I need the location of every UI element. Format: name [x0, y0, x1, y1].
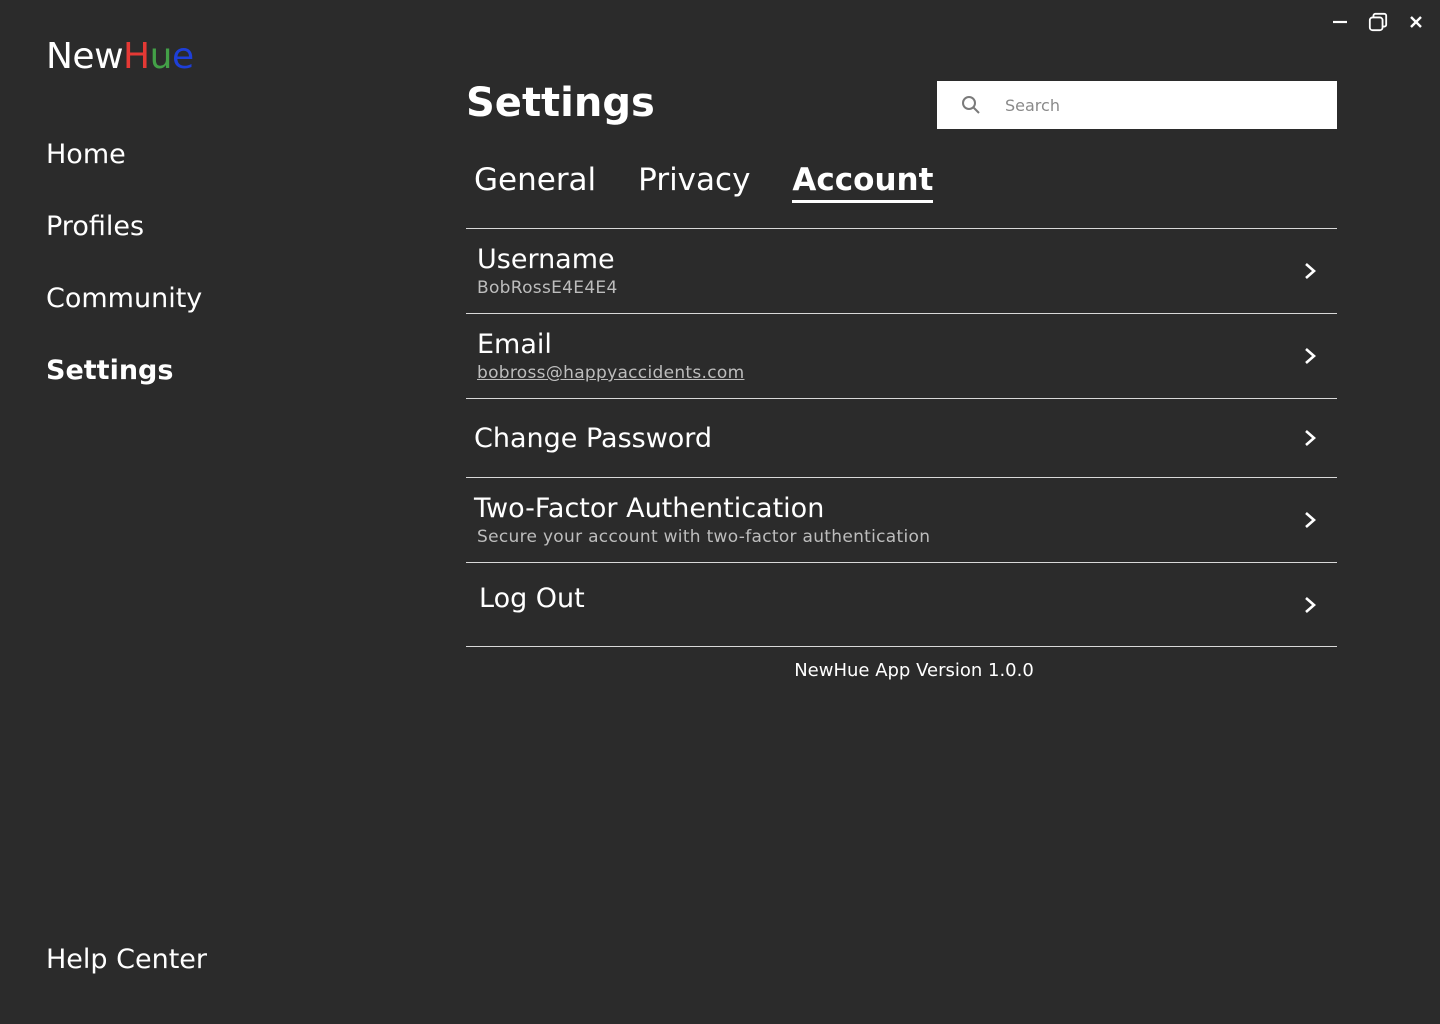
- row-title: Log Out: [479, 583, 585, 614]
- row-title: Two-Factor Authentication: [474, 493, 825, 524]
- sidebar-item-settings[interactable]: Settings: [46, 352, 346, 424]
- minimize-icon: [1333, 20, 1347, 24]
- row-title: Email: [477, 329, 552, 360]
- row-title: Change Password: [474, 422, 713, 454]
- row-change-password[interactable]: Change Password: [466, 399, 1337, 478]
- row-email[interactable]: Email bobross@happyaccidents.com: [466, 314, 1337, 399]
- settings-tabs: General Privacy Account: [474, 162, 975, 203]
- app-version: NewHue App Version 1.0.0: [794, 660, 1034, 681]
- logo-part-new: New: [46, 36, 124, 77]
- account-settings-list: Username BobRossE4E4E4 Email bobross@hap…: [466, 228, 1337, 647]
- chevron-right-icon: [1305, 348, 1316, 364]
- app-window: NewHue Home Profiles Community Settings …: [0, 0, 1440, 1024]
- row-log-out[interactable]: Log Out: [466, 563, 1337, 647]
- chevron-right-icon: [1305, 430, 1316, 446]
- sidebar-item-profiles[interactable]: Profiles: [46, 208, 346, 280]
- restore-button[interactable]: [1368, 10, 1388, 34]
- email-link[interactable]: bobross@happyaccidents.com: [477, 363, 1337, 383]
- page-title: Settings: [466, 80, 655, 126]
- sidebar-item-help-center[interactable]: Help Center: [46, 944, 207, 975]
- chevron-right-icon: [1305, 596, 1316, 613]
- logo-part-h: H: [123, 36, 150, 77]
- sidebar-nav: Home Profiles Community Settings: [46, 136, 346, 424]
- two-factor-description: Secure your account with two-factor auth…: [477, 527, 931, 547]
- restore-icon: [1368, 12, 1388, 32]
- tab-account[interactable]: Account: [792, 162, 934, 203]
- search-box[interactable]: [937, 81, 1337, 129]
- search-input[interactable]: [1005, 95, 1305, 115]
- close-icon: [1410, 16, 1422, 28]
- chevron-right-icon: [1305, 512, 1316, 528]
- row-title: Username: [477, 244, 615, 275]
- logo-part-e: e: [171, 36, 194, 77]
- row-username[interactable]: Username BobRossE4E4E4: [466, 229, 1337, 314]
- username-value: BobRossE4E4E4: [477, 278, 618, 298]
- tab-general[interactable]: General: [474, 162, 596, 203]
- chevron-right-icon: [1305, 263, 1316, 279]
- sidebar-item-home[interactable]: Home: [46, 136, 346, 208]
- app-logo: NewHue: [46, 36, 194, 77]
- minimize-button[interactable]: [1330, 10, 1350, 34]
- tab-privacy[interactable]: Privacy: [638, 162, 750, 203]
- logo-part-u: u: [149, 36, 173, 77]
- search-icon: [937, 95, 1005, 115]
- window-controls: [1330, 10, 1426, 34]
- close-button[interactable]: [1406, 10, 1426, 34]
- row-two-factor-auth[interactable]: Two-Factor Authentication Secure your ac…: [466, 478, 1337, 563]
- sidebar-item-community[interactable]: Community: [46, 280, 346, 352]
